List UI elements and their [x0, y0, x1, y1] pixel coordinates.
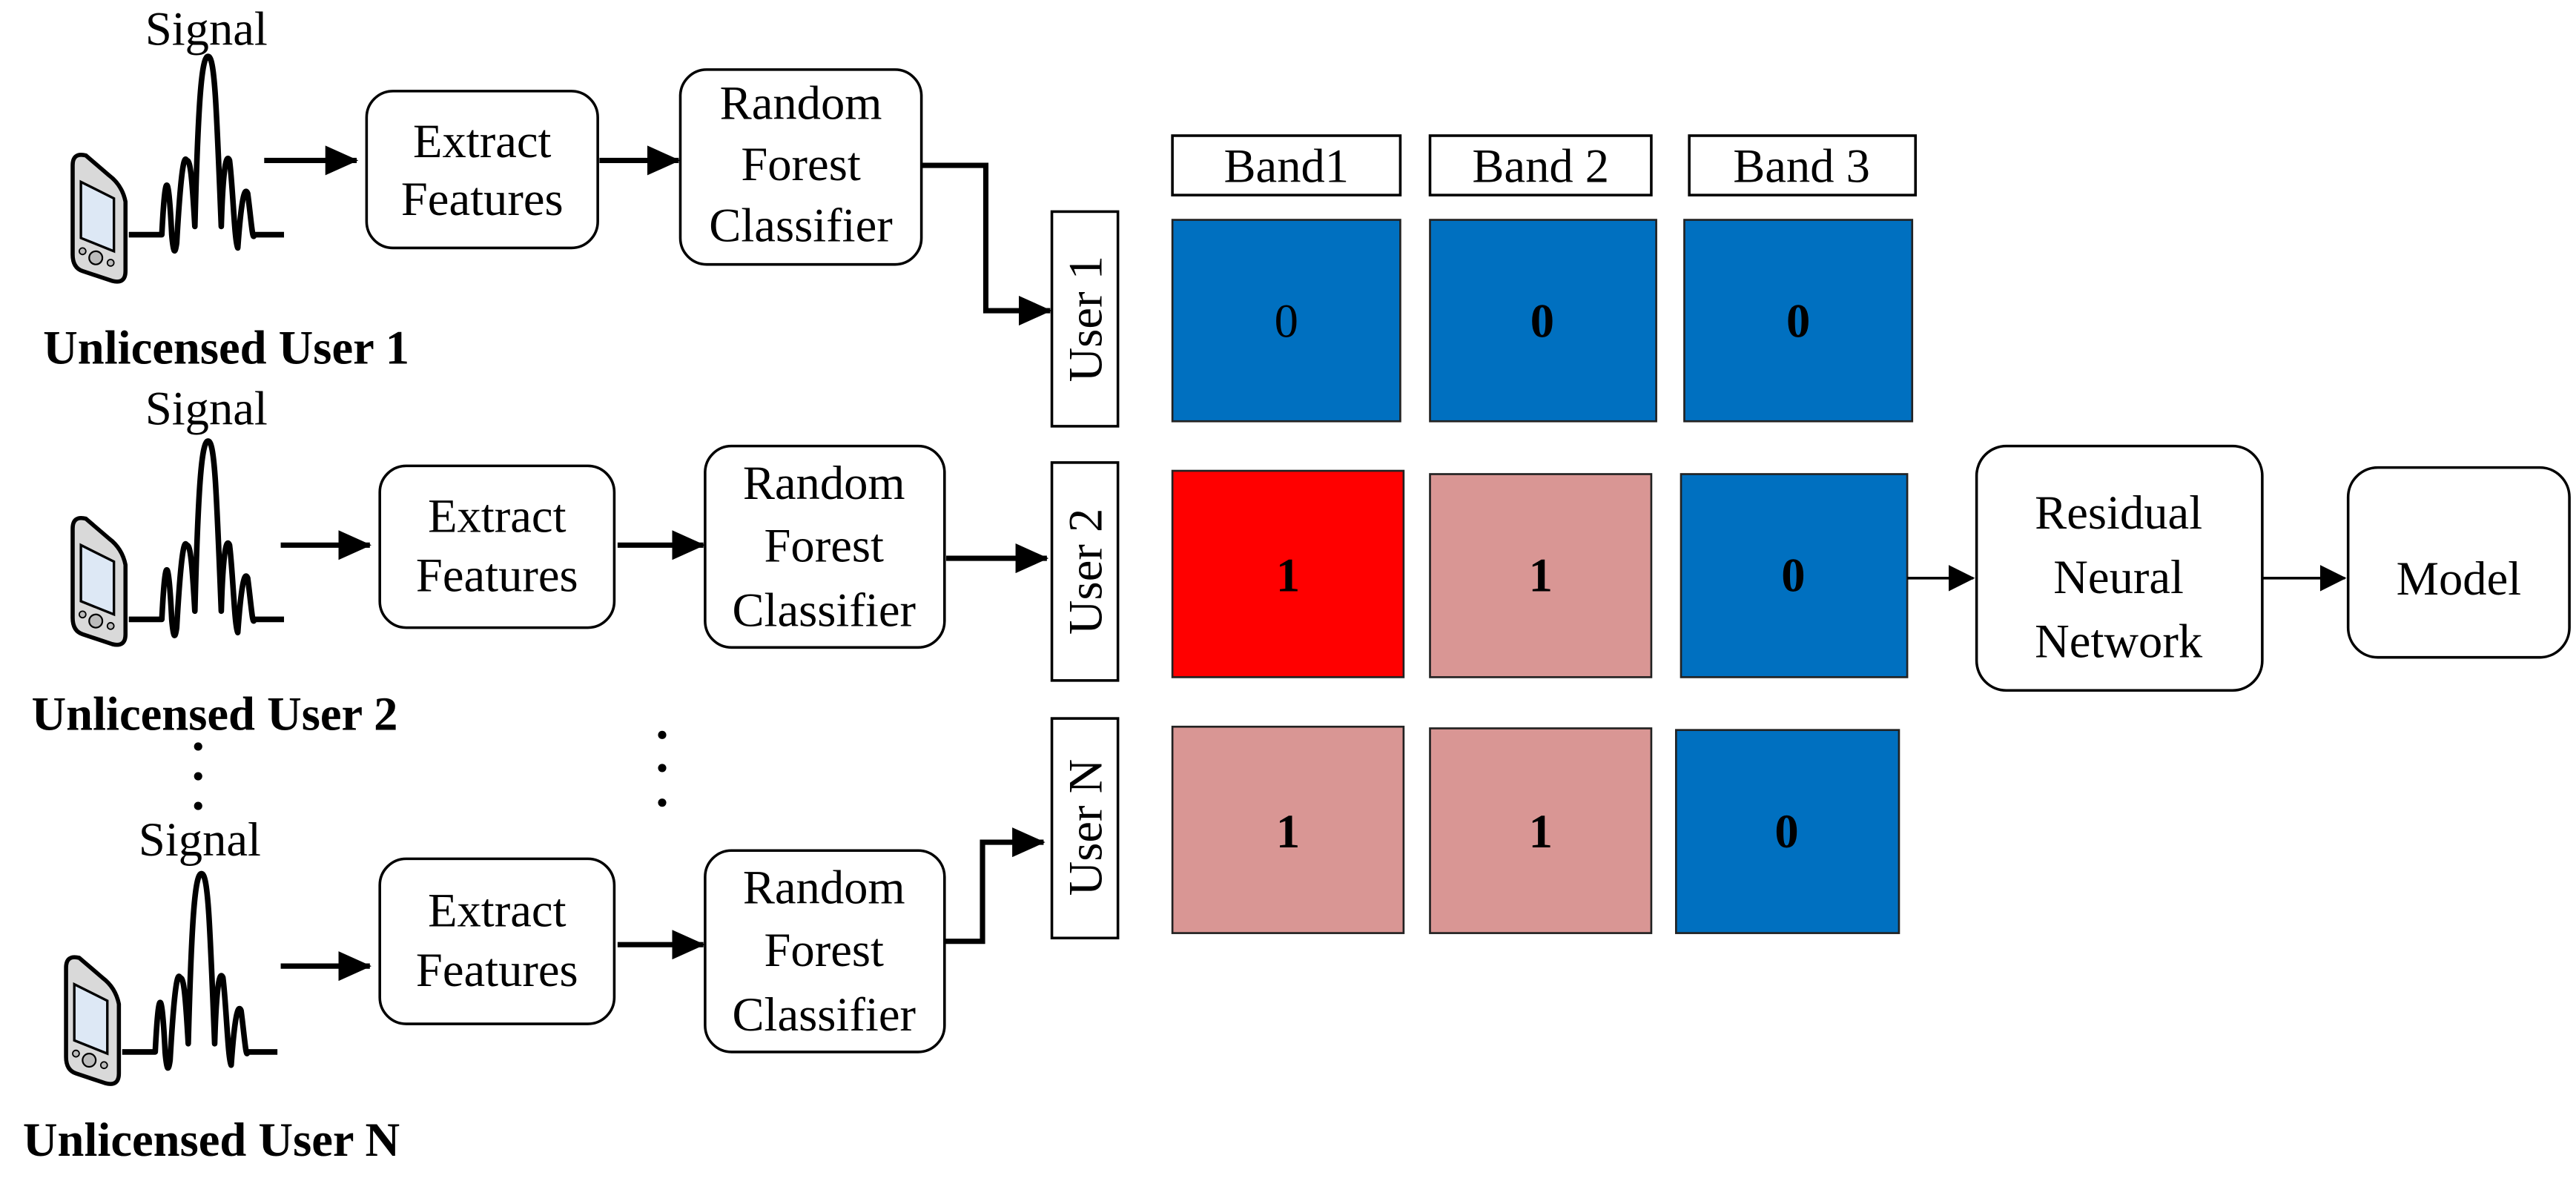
- band-2-label: Band 2: [1472, 139, 1609, 192]
- model-label: Model: [2397, 552, 2522, 605]
- network-line-1: Residual: [2035, 486, 2202, 539]
- band-headers: Band1 Band 2 Band 3: [1171, 134, 1918, 196]
- sinc-waveform-icon: [122, 873, 277, 1068]
- ellipsis-dots: [194, 730, 667, 810]
- cell-value: 1: [1276, 804, 1300, 858]
- cell-value: 0: [1774, 804, 1798, 858]
- classifier-line-2: Forest: [764, 923, 885, 976]
- user-1-pipeline: Signal Extract Features Random Forest Cl…: [43, 2, 1052, 374]
- arrow: [944, 827, 1046, 945]
- classifier-line-3: Classifier: [709, 199, 893, 252]
- pda-phone-icon: [66, 957, 119, 1084]
- cell-value: 0: [1530, 294, 1554, 348]
- sinc-waveform-icon: [129, 441, 284, 635]
- classifier-line-2: Forest: [764, 519, 885, 572]
- classifier-line-1: Random: [743, 456, 905, 509]
- user-n-pipeline: Signal Extract Features Random Forest Cl…: [23, 813, 1046, 1166]
- row-label-user-1: User 1: [1058, 256, 1112, 382]
- features-label: Features: [416, 943, 578, 996]
- row-label-user-2: User 2: [1058, 509, 1112, 635]
- cell-value: 1: [1529, 549, 1553, 602]
- classifier-line-1: Random: [720, 76, 882, 130]
- classifier-line-2: Forest: [741, 137, 861, 191]
- classifier-line-3: Classifier: [732, 988, 916, 1041]
- user-2-pipeline: Signal Extract Features Random Forest Cl…: [32, 382, 1049, 741]
- arrow: [921, 162, 1052, 326]
- user-name-label: Unlicensed User N: [23, 1113, 400, 1166]
- user-name-label: Unlicensed User 1: [43, 320, 409, 374]
- extract-label: Extract: [428, 489, 567, 542]
- cell-value: 1: [1276, 549, 1300, 602]
- user-name-label: Unlicensed User 2: [32, 687, 398, 741]
- pda-phone-icon: [73, 518, 125, 645]
- signal-label: Signal: [145, 2, 268, 56]
- occupancy-matrix: 0 0 0 1 1 0 1 1 0: [1171, 219, 1914, 934]
- features-label: Features: [401, 172, 564, 225]
- network-line-2: Neural: [2053, 550, 2184, 603]
- spectrum-sensing-diagram: Signal Extract Features Random Forest Cl…: [23, 2, 2571, 1166]
- extract-label: Extract: [428, 884, 567, 937]
- signal-label: Signal: [145, 382, 268, 435]
- band-3-label: Band 3: [1733, 139, 1870, 192]
- band-1-label: Band1: [1223, 139, 1349, 192]
- classifier-line-1: Random: [743, 861, 905, 914]
- cell-value: 0: [1275, 294, 1298, 348]
- row-labels: User 1 User 2 User N: [1050, 210, 1120, 940]
- signal-label: Signal: [139, 813, 261, 866]
- cell-value: 0: [1781, 549, 1805, 602]
- extract-label: Extract: [413, 114, 552, 168]
- cell-value: 0: [1786, 294, 1810, 348]
- row-label-user-n: User N: [1058, 759, 1112, 896]
- sinc-waveform-icon: [129, 56, 284, 251]
- cell-value: 1: [1529, 804, 1553, 858]
- classifier-line-3: Classifier: [732, 583, 916, 636]
- pda-phone-icon: [73, 155, 125, 282]
- network-line-3: Network: [2035, 615, 2203, 668]
- features-label: Features: [416, 549, 578, 602]
